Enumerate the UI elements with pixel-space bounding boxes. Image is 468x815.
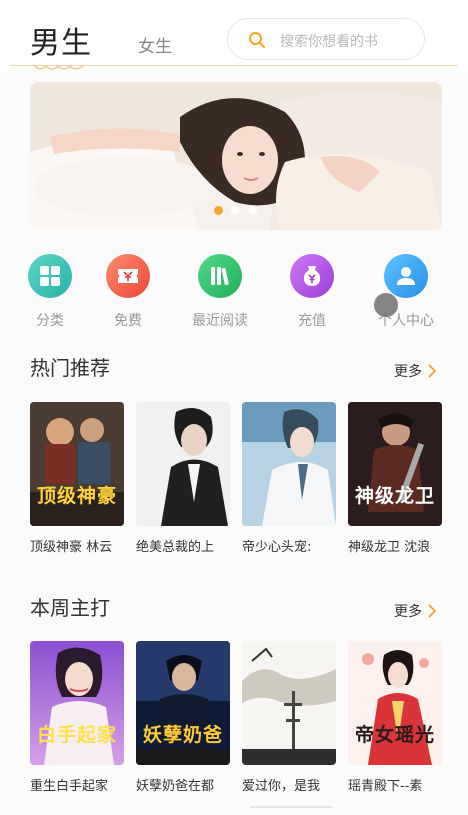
more-label: 更多 xyxy=(394,364,422,380)
nav-label: 免费 xyxy=(114,313,142,329)
banner-pagination xyxy=(214,206,257,216)
floating-assistive-button[interactable] xyxy=(374,293,398,317)
promo-banner[interactable] xyxy=(30,82,442,230)
coin-tag-icon xyxy=(290,254,334,298)
book-card[interactable]: 帝女瑶光 瑶青殿下--素 xyxy=(348,641,442,794)
search-input[interactable]: 搜索你想看的书 xyxy=(227,18,425,60)
nav-label: 充值 xyxy=(298,313,326,329)
book-card[interactable]: 神级龙卫 神级龙卫 沈浪 xyxy=(348,402,442,555)
grid-icon xyxy=(28,254,72,298)
section-title-hot: 热门推荐 xyxy=(30,356,110,380)
ticket-icon xyxy=(106,254,150,298)
book-card[interactable]: 妖孽奶爸 妖孽奶爸在都 xyxy=(136,641,230,794)
nav-category[interactable]: 分类 xyxy=(10,254,90,330)
nav-free[interactable]: 免费 xyxy=(88,254,168,330)
nav-label: 分类 xyxy=(36,313,64,329)
book-card[interactable]: 爱过你，是我 xyxy=(242,641,336,794)
book-title: 帝少心头宠: xyxy=(242,540,312,555)
tab-indicator xyxy=(34,64,84,70)
cover-title: 神级龙卫 xyxy=(354,485,435,507)
banner-dot[interactable] xyxy=(248,206,257,215)
book-title: 顶级神豪 林云 xyxy=(30,540,113,555)
book-cover: 顶级神豪 xyxy=(30,402,124,526)
banner-dot[interactable] xyxy=(231,206,240,215)
book-cover: 神级龙卫 xyxy=(348,402,442,526)
book-title: 神级龙卫 沈浪 xyxy=(348,540,431,555)
book-card[interactable]: 顶级神豪 顶级神豪 林云 xyxy=(30,402,124,555)
user-icon xyxy=(384,254,428,298)
search-icon xyxy=(249,32,265,48)
nav-recharge[interactable]: 充值 xyxy=(272,254,352,330)
nav-recent-reading[interactable]: 最近阅读 xyxy=(180,254,260,330)
chevron-right-icon xyxy=(428,604,436,618)
book-cover: 帝女瑶光 xyxy=(348,641,442,765)
cover-title: 白手起家 xyxy=(36,724,117,746)
cover-title: 帝女瑶光 xyxy=(354,724,435,746)
book-cover xyxy=(242,641,336,765)
book-card[interactable]: 绝美总裁的上 xyxy=(136,402,230,555)
book-cover xyxy=(136,402,230,526)
book-cover: 白手起家 xyxy=(30,641,124,765)
banner-dot-active[interactable] xyxy=(214,206,223,215)
chevron-right-icon xyxy=(428,364,436,378)
book-card[interactable]: 白手起家 重生白手起家 xyxy=(30,641,124,794)
tab-female[interactable]: 女生 xyxy=(138,32,172,57)
nav-profile[interactable]: 个人中心 xyxy=(366,254,446,330)
book-title: 妖孽奶爸在都 xyxy=(136,779,215,794)
search-placeholder: 搜索你想看的书 xyxy=(280,34,378,50)
more-label: 更多 xyxy=(394,604,422,620)
book-title: 爱过你，是我 xyxy=(242,779,321,794)
book-title: 瑶青殿下--素 xyxy=(348,779,423,794)
hot-more-link[interactable]: 更多 xyxy=(394,361,436,381)
books-icon xyxy=(198,254,242,298)
weekly-more-link[interactable]: 更多 xyxy=(394,601,436,621)
nav-label: 最近阅读 xyxy=(192,313,248,329)
cover-title: 顶级神豪 xyxy=(36,485,117,507)
book-title: 绝美总裁的上 xyxy=(136,540,215,555)
book-card[interactable]: 帝少心头宠: xyxy=(242,402,336,555)
book-title: 重生白手起家 xyxy=(30,779,109,794)
section-title-weekly: 本周主打 xyxy=(30,596,110,620)
top-header: 男生 女生 搜索你想看的书 xyxy=(0,0,468,72)
scroll-indicator xyxy=(250,806,332,808)
tab-male[interactable]: 男生 xyxy=(30,18,92,62)
book-cover xyxy=(242,402,336,526)
book-cover: 妖孽奶爸 xyxy=(136,641,230,765)
cover-title: 妖孽奶爸 xyxy=(142,724,223,746)
